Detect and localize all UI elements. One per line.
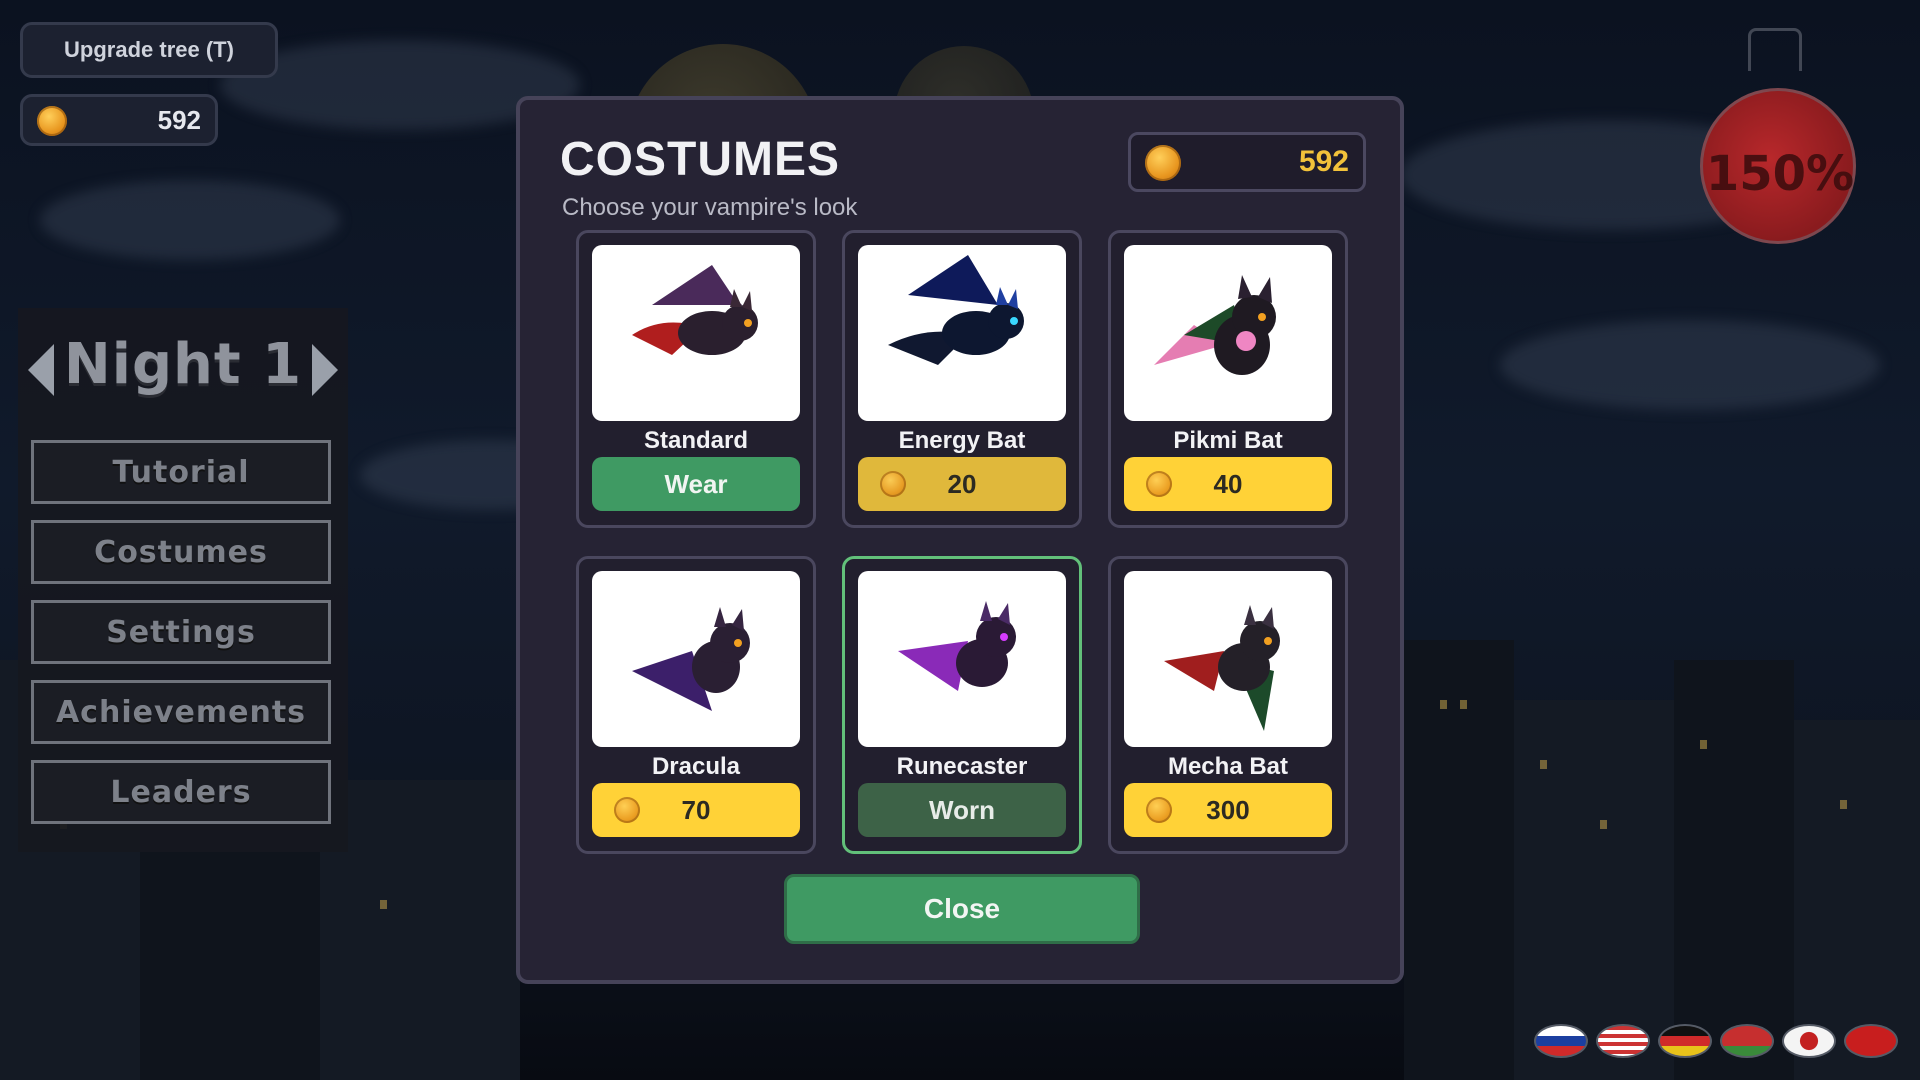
bat-dracula-icon xyxy=(592,571,800,747)
coin-icon xyxy=(37,106,67,136)
coin-icon xyxy=(1146,797,1172,823)
costume-name: Standard xyxy=(643,427,748,454)
bat-standard-icon xyxy=(592,245,800,421)
cloud xyxy=(1500,320,1880,410)
window-light xyxy=(1700,740,1707,749)
building xyxy=(1404,640,1514,1080)
costume-card-dracula[interactable]: Dracula 70 xyxy=(576,556,816,854)
potion-percent: 150% xyxy=(1705,146,1855,202)
costume-name: Runecaster xyxy=(896,753,1028,780)
window-light xyxy=(1840,800,1847,809)
window-light xyxy=(1460,700,1467,709)
window-light xyxy=(380,900,387,909)
china-flag-icon[interactable] xyxy=(1844,1024,1898,1058)
costumes-button[interactable]: Costumes xyxy=(31,520,331,584)
costume-card-runecaster[interactable]: Runecaster Worn xyxy=(842,556,1082,854)
main-menu: Night 1 Tutorial Costumes Settings Achie… xyxy=(18,308,348,852)
bat-runecaster-icon xyxy=(858,571,1066,747)
costume-card-pikmi-bat[interactable]: Pikmi Bat 40 xyxy=(1108,230,1348,528)
coin-icon xyxy=(880,471,906,497)
japan-flag-icon[interactable] xyxy=(1782,1024,1836,1058)
potion-neck xyxy=(1748,28,1802,71)
tutorial-button[interactable]: Tutorial xyxy=(31,440,331,504)
settings-button[interactable]: Settings xyxy=(31,600,331,664)
building xyxy=(1514,700,1674,1080)
price-label: 20 xyxy=(947,468,977,499)
dialog-title: COSTUMES xyxy=(560,133,841,186)
dialog-subtitle: Choose your vampire's look xyxy=(562,194,858,221)
worn-indicator: Worn xyxy=(858,783,1066,837)
close-button[interactable]: Close xyxy=(784,874,1140,944)
price-label: 40 xyxy=(1213,468,1243,499)
worn-label: Worn xyxy=(929,794,995,825)
coin-icon xyxy=(614,797,640,823)
upgrade-tree-button[interactable]: Upgrade tree (T) xyxy=(20,22,278,78)
bat-energy-icon xyxy=(858,245,1066,421)
coin-icon xyxy=(1146,471,1172,497)
buy-button[interactable]: 300 xyxy=(1124,783,1332,837)
achievements-button[interactable]: Achievements xyxy=(31,680,331,744)
building xyxy=(1674,660,1794,1080)
bat-mecha-icon xyxy=(1124,571,1332,747)
germany-flag-icon[interactable] xyxy=(1658,1024,1712,1058)
price-label: 70 xyxy=(681,794,711,825)
wear-label: Wear xyxy=(664,468,728,499)
next-night-arrow-icon[interactable] xyxy=(312,344,338,396)
blood-potion-meter: 150% xyxy=(1690,28,1870,268)
building xyxy=(320,780,520,1080)
hud-coin-amount: 592 xyxy=(157,105,201,135)
price-label: 300 xyxy=(1206,794,1250,825)
previous-night-arrow-icon[interactable] xyxy=(28,344,54,396)
window-light xyxy=(1540,760,1547,769)
leaders-button[interactable]: Leaders xyxy=(31,760,331,824)
night-selector: Night 1 xyxy=(18,322,348,412)
wear-button[interactable]: Wear xyxy=(592,457,800,511)
belarus-flag-icon[interactable] xyxy=(1720,1024,1774,1058)
window-light xyxy=(1440,700,1447,709)
costume-name: Mecha Bat xyxy=(1167,753,1289,780)
night-label: Night 1 xyxy=(63,332,303,397)
buy-button[interactable]: 20 xyxy=(858,457,1066,511)
russia-flag-icon[interactable] xyxy=(1534,1024,1588,1058)
costumes-dialog: COSTUMES Choose your vampire's look 592 … xyxy=(516,96,1404,984)
buy-button[interactable]: 40 xyxy=(1124,457,1332,511)
window-light xyxy=(1600,820,1607,829)
costume-card-mecha-bat[interactable]: Mecha Bat 300 xyxy=(1108,556,1348,854)
cloud xyxy=(40,180,340,260)
costume-card-energy-bat[interactable]: Energy Bat 20 xyxy=(842,230,1082,528)
bat-pikmi-icon xyxy=(1124,245,1332,421)
costume-name: Energy Bat xyxy=(898,427,1026,454)
hud-coin-counter: 592 xyxy=(20,94,218,146)
usa-flag-icon[interactable] xyxy=(1596,1024,1650,1058)
language-flags xyxy=(1534,1024,1898,1058)
dialog-coin-amount: 592 xyxy=(1298,145,1349,178)
costume-name: Pikmi Bat xyxy=(1173,427,1283,454)
coin-icon xyxy=(1145,145,1181,181)
dialog-coin-counter: 592 xyxy=(1128,132,1366,192)
buy-button[interactable]: 70 xyxy=(592,783,800,837)
costume-card-standard[interactable]: Standard Wear xyxy=(576,230,816,528)
costume-name: Dracula xyxy=(651,753,741,780)
